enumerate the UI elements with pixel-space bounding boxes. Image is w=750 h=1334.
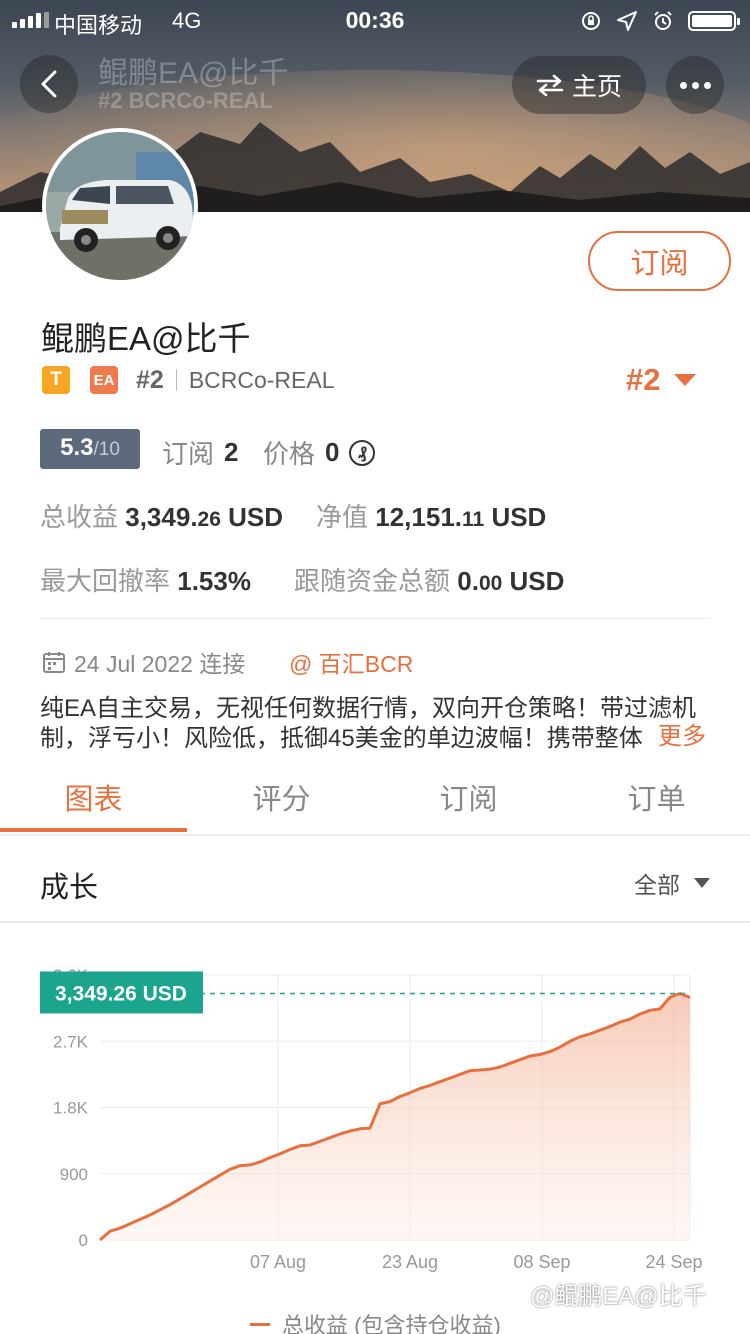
legend-label: 总收益 (包含持仓收益) [282,1313,501,1334]
price-value: 0 [325,437,340,467]
status-bar: 中国移动 4G 00:36 [0,0,750,40]
signal-tags: T EA #2 BCRCo-REAL [42,366,335,394]
joined-date: 24 Jul 2022 连接 [42,645,245,679]
equity-value: 12,151.11 USD [375,502,547,532]
max-drawdown: 最大回撤率 1.53% [40,566,251,596]
follow-funds-value: 0.00 USD [457,566,565,596]
subscriber-count: 订阅 2 [162,437,239,469]
tab-orders[interactable]: 订单 [563,776,750,818]
chart-legend: 总收益 (包含持仓收益) [250,1308,501,1334]
total-profit: 总收益 3,349.26 USD [40,502,284,532]
avatar-car-image [46,132,194,280]
growth-chart[interactable]: 09001.8K2.7K3.6K07 Aug23 Aug08 Sep24 Sep… [0,930,750,1300]
more-link[interactable]: 更多 [656,722,706,752]
watermark: @鲲鹏EA@比千 [530,1283,707,1310]
equity: 净值 12,151.11 USD [316,502,547,532]
location-icon [617,11,637,31]
follow-funds: 跟随资金总额 0.00 USD [294,566,565,596]
broker-link[interactable]: @ 百汇BCR [289,645,413,679]
score-badge: 5.3/10 [40,429,140,469]
home-button-label: 主页 [571,73,622,101]
subscribe-button[interactable]: 订阅 [588,231,731,291]
range-dropdown[interactable]: 全部 [634,866,710,900]
tab-bar: 图表 评分 订阅 订单 [0,762,750,834]
alarm-icon [654,11,672,30]
chevron-left-icon [41,70,57,98]
rank-dropdown[interactable]: #2 [626,362,697,398]
tab-indicator [0,828,187,832]
tab-chart[interactable]: 图表 [0,776,187,818]
rank-display: #2 [626,362,661,397]
battery-icon [688,11,740,31]
tab-subscription[interactable]: 订阅 [375,776,562,818]
score-max: /10 [93,439,120,460]
description: 纯EA自主交易，无视任何数据行情，双向开仓策略！带过滤机制，浮亏小！风险低，抵御… [40,695,706,752]
y-tick-label: 0 [79,1231,88,1250]
section-title: 成长 [40,872,99,904]
rank-number: #2 [136,365,164,394]
server-name: BCRCo-REAL [188,366,335,393]
tag-ea-badge: EA [90,366,118,394]
currency-icon: ₰ [349,439,376,466]
profile-page: 中国移动 4G 00:36 鲲鹏EA@比千 #2 BCRCo-REAL 主页 订… [0,0,750,1334]
header-subtitle: #2 BCRCo-REAL [98,88,273,113]
subscriber-value: 2 [224,437,239,467]
signal-name: 鲲鹏EA@比千 [41,320,251,357]
x-tick-label: 07 Aug [250,1252,306,1272]
caret-down-icon [674,374,697,386]
x-tick-label: 24 Sep [645,1252,702,1272]
x-tick-label: 23 Aug [382,1252,438,1272]
y-tick-label: 1.8K [53,1099,89,1118]
swap-icon [536,74,564,96]
total-profit-value: 3,349.26 USD [125,502,284,532]
calendar-icon [43,652,65,673]
avatar[interactable] [42,128,198,284]
back-button[interactable] [20,55,78,113]
score-value: 5.3 [60,434,94,461]
caret-down-icon [694,878,710,888]
max-drawdown-value: 1.53% [177,566,251,596]
tab-rating[interactable]: 评分 [188,776,375,818]
x-tick-label: 08 Sep [513,1252,570,1272]
y-tick-label: 2.7K [53,1032,89,1051]
tag-t-badge: T [42,366,70,394]
y-tick-label: 900 [60,1165,88,1184]
legend-swatch [250,1322,270,1326]
more-button[interactable] [666,56,724,114]
rotation-lock-icon [582,12,600,30]
price: 价格 0 ₰ [263,434,376,471]
header-title: 鲲鹏EA@比千 [98,57,289,90]
current-value-label: 3,349.26 USD [55,982,187,1005]
home-button[interactable]: 主页 [512,56,646,114]
